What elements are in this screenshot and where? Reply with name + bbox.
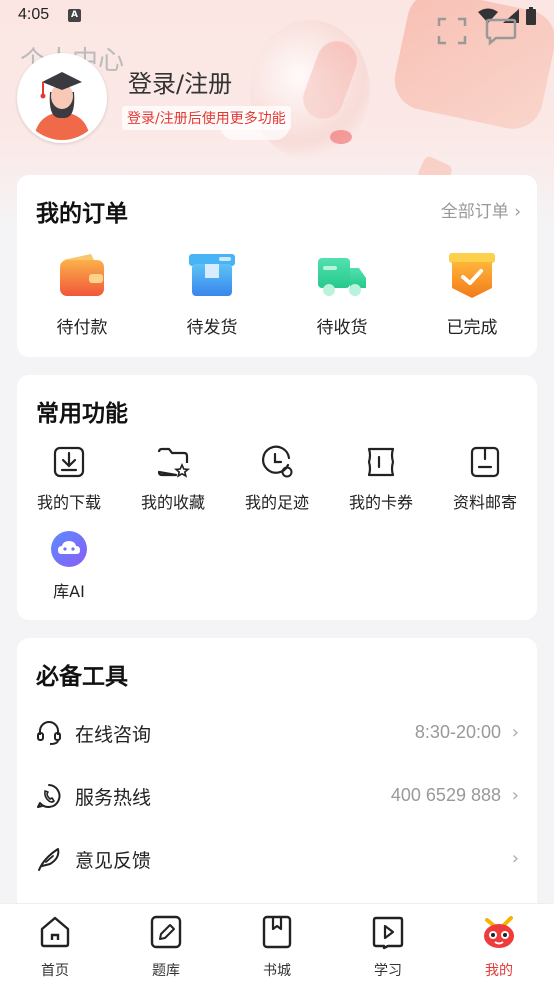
order-item-label: 待发货 bbox=[186, 318, 238, 338]
order-item-label: 已完成 bbox=[446, 318, 498, 338]
orders-title: 我的订单 bbox=[36, 201, 128, 227]
order-item-label: 待付款 bbox=[56, 318, 108, 338]
func-label: 库AI bbox=[53, 582, 85, 601]
tools-title: 必备工具 bbox=[36, 664, 128, 690]
tool-service-hotline[interactable]: 服务热线 400 6529 888 › bbox=[17, 765, 537, 825]
battery-icon bbox=[526, 7, 536, 25]
tab-home[interactable]: 首页 bbox=[15, 914, 95, 980]
tool-label: 在线咨询 bbox=[75, 724, 152, 746]
box-icon bbox=[189, 254, 235, 296]
play-book-icon bbox=[372, 916, 404, 950]
tab-bookstore[interactable]: 书城 bbox=[237, 914, 317, 980]
func-label: 我的下载 bbox=[36, 493, 101, 512]
tool-value: 400 6529 888 bbox=[390, 785, 501, 805]
status-time: 4:05 bbox=[18, 6, 50, 23]
tab-label: 学习 bbox=[374, 963, 402, 979]
bottom-tab-bar: 首页 题库 书城 学习 我的 bbox=[0, 903, 554, 984]
tab-mine[interactable]: 我的 bbox=[459, 914, 539, 980]
tab-label: 题库 bbox=[152, 963, 180, 979]
tab-label: 首页 bbox=[41, 963, 69, 979]
tool-value: 8:30-20:00 bbox=[414, 722, 501, 742]
ai-cloud-icon bbox=[51, 531, 87, 567]
order-item-label: 待收货 bbox=[316, 318, 368, 338]
decoration bbox=[330, 130, 352, 144]
func-my-footprints[interactable]: 我的足迹 bbox=[225, 445, 329, 513]
ticket-icon bbox=[367, 447, 395, 477]
chevron-right-icon: › bbox=[511, 785, 519, 806]
functions-title: 常用功能 bbox=[36, 401, 128, 427]
edit-icon bbox=[150, 915, 182, 949]
login-subtitle[interactable]: 登录/注册后使用更多功能 bbox=[122, 106, 291, 130]
check-package-icon bbox=[449, 253, 495, 298]
folder-star-icon bbox=[157, 447, 191, 478]
chevron-right-icon: › bbox=[511, 722, 519, 743]
avatar[interactable] bbox=[17, 53, 107, 143]
wallet-icon bbox=[60, 254, 104, 296]
sim-icon: A bbox=[68, 9, 81, 22]
feather-icon bbox=[38, 848, 60, 871]
tool-label: 服务热线 bbox=[75, 787, 152, 809]
func-my-downloads[interactable]: 我的下载 bbox=[17, 445, 121, 513]
order-pending-receipt[interactable]: 待收货 bbox=[292, 250, 392, 338]
func-material-mailing[interactable]: 资料邮寄 bbox=[433, 445, 537, 513]
phone-icon bbox=[37, 784, 61, 808]
order-pending-shipment[interactable]: 待发货 bbox=[162, 250, 262, 338]
login-title[interactable]: 登录/注册 bbox=[128, 64, 232, 99]
download-icon bbox=[53, 446, 85, 478]
book-icon bbox=[262, 915, 292, 949]
home-icon bbox=[40, 916, 70, 948]
tab-label: 书城 bbox=[263, 963, 291, 979]
tools-card: 必备工具 在线咨询 8:30-20:00 › 服务热线 400 6529 888… bbox=[17, 638, 537, 908]
all-orders-link[interactable]: 全部订单 › bbox=[441, 197, 521, 222]
top-actions bbox=[436, 16, 526, 46]
func-label: 我的足迹 bbox=[244, 493, 309, 512]
tool-label: 意见反馈 bbox=[75, 850, 152, 872]
func-label: 资料邮寄 bbox=[452, 493, 517, 512]
func-label: 我的卡券 bbox=[348, 493, 413, 512]
mail-box-icon bbox=[470, 446, 500, 478]
func-label: 我的收藏 bbox=[140, 493, 205, 512]
orders-card: 我的订单 全部订单 › 待付款 待发货 待收货 已完成 bbox=[17, 175, 537, 357]
func-ku-ai[interactable]: 库AI bbox=[17, 530, 121, 602]
truck-icon bbox=[318, 258, 366, 296]
message-icon[interactable] bbox=[484, 16, 518, 46]
tool-online-consult[interactable]: 在线咨询 8:30-20:00 › bbox=[17, 702, 537, 762]
tab-question-bank[interactable]: 题库 bbox=[126, 914, 206, 980]
headset-icon bbox=[37, 721, 61, 745]
func-my-favorites[interactable]: 我的收藏 bbox=[121, 445, 225, 513]
functions-card: 常用功能 我的下载 我的收藏 我的足迹 我的卡券 资料邮寄 库AI bbox=[17, 375, 537, 620]
order-pending-payment[interactable]: 待付款 bbox=[32, 250, 132, 338]
clock-icon bbox=[262, 445, 293, 478]
tool-feedback[interactable]: 意见反馈 › bbox=[17, 828, 537, 888]
tab-label: 我的 bbox=[485, 963, 513, 979]
avatar-graduate-icon bbox=[20, 56, 104, 140]
chevron-right-icon: › bbox=[511, 848, 519, 869]
scan-icon[interactable] bbox=[436, 16, 468, 46]
func-my-coupons[interactable]: 我的卡券 bbox=[329, 445, 433, 513]
mascot-icon bbox=[484, 916, 514, 948]
tab-study[interactable]: 学习 bbox=[348, 914, 428, 980]
order-completed[interactable]: 已完成 bbox=[422, 250, 522, 338]
